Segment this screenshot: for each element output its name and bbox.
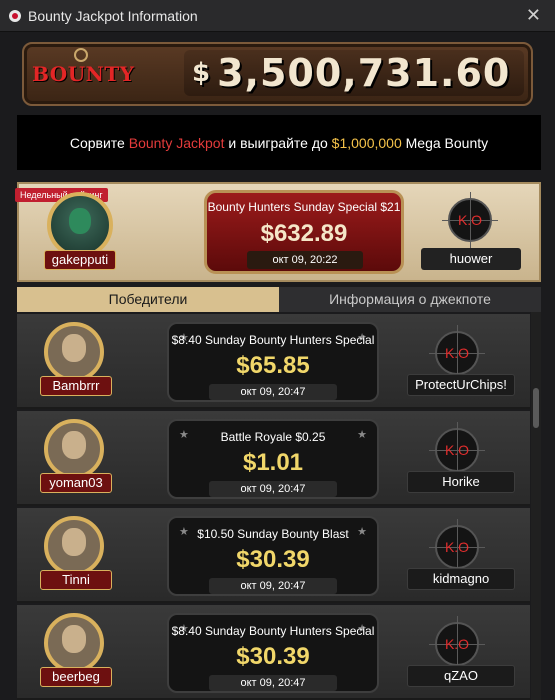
- winner-name: gakepputi: [44, 250, 116, 270]
- jackpot-total: $ 3,500,731.60: [184, 50, 524, 96]
- ko-crosshair-icon: K.O: [429, 616, 485, 672]
- window-title: Bounty Jackpot Information: [28, 8, 198, 24]
- list-item[interactable]: beerbeg ★ ★ $8.40 Sunday Bounty Hunters …: [17, 605, 530, 700]
- list-item[interactable]: Tinni ★ ★ $10.50 Sunday Bounty Blast $30…: [17, 508, 530, 603]
- tournament-name: $8.40 Sunday Bounty Hunters Special: [171, 624, 375, 638]
- avatar: [44, 419, 104, 479]
- winner-name: Tinni: [40, 570, 112, 590]
- knocker-name: kidmagno: [407, 568, 515, 590]
- prize-amount: $632.89: [260, 220, 348, 247]
- ko-crosshair-icon: K.O: [442, 192, 498, 248]
- knocker-name: Horike: [407, 471, 515, 493]
- prize-amount: $30.39: [236, 546, 310, 573]
- knocker-name: qZAO: [407, 665, 515, 687]
- knocker-name: huower: [421, 248, 521, 270]
- tab-winners[interactable]: Победители: [17, 287, 279, 312]
- crosshair-icon: [74, 48, 88, 62]
- avatar: [44, 613, 104, 673]
- prize-date: окт 09, 20:22: [247, 251, 363, 269]
- winner-name: beerbeg: [40, 667, 112, 687]
- prize-date: окт 09, 20:47: [209, 384, 337, 400]
- prize-date: окт 09, 20:47: [209, 675, 337, 691]
- promo-text: Сорвите Bounty Jackpot и выиграйте до $1…: [17, 115, 541, 170]
- avatar: [44, 322, 104, 382]
- ko-crosshair-icon: K.O: [429, 422, 485, 478]
- prize-panel: ★ ★ $8.40 Sunday Bounty Hunters Special …: [167, 322, 379, 402]
- list-item[interactable]: yoman03 ★ ★ Battle Royale $0.25 $1.01 ок…: [17, 411, 530, 506]
- winners-scrollbar[interactable]: [531, 312, 541, 700]
- knocker-name: ProtectUrChips!: [407, 374, 515, 396]
- prize-panel: ★ ★ $10.50 Sunday Bounty Blast $30.39 ок…: [167, 516, 379, 596]
- currency-symbol: $: [192, 58, 212, 88]
- title-bar: Bounty Jackpot Information ✕: [0, 0, 555, 32]
- prize-amount: $1.01: [242, 449, 304, 476]
- scrollbar-thumb[interactable]: [533, 388, 539, 428]
- promo-highlight-amount: $1,000,000: [331, 134, 402, 151]
- close-icon[interactable]: ✕: [526, 6, 541, 24]
- tournament-name: Battle Royale $0.25: [220, 430, 326, 444]
- prize-amount: $30.39: [236, 643, 310, 670]
- prize-panel: ★ ★ $8.40 Sunday Bounty Hunters Special …: [167, 613, 379, 693]
- promo-part-1: Сорвите: [69, 134, 125, 151]
- tournament-name: $8.40 Sunday Bounty Hunters Special: [171, 333, 375, 347]
- tab-bar: Победители Информация о джекпоте: [17, 287, 541, 312]
- avatar: [44, 516, 104, 576]
- jackpot-total-amount: 3,500,731.60: [217, 51, 511, 95]
- featured-jackpot-card: Недельный рейтинг gakepputi Bounty Hunte…: [15, 182, 541, 282]
- ko-crosshair-icon: K.O: [429, 519, 485, 575]
- prize-date: окт 09, 20:47: [209, 481, 337, 497]
- prize-date: окт 09, 20:47: [209, 578, 337, 594]
- winner-name: Bambrrr: [40, 376, 112, 396]
- bounty-logo: BOUNTY: [32, 62, 135, 86]
- promo-part-2: и выиграйте до: [228, 134, 328, 151]
- promo-highlight-jackpot: Bounty Jackpot: [128, 134, 225, 151]
- avatar: [47, 192, 113, 258]
- winner-name: yoman03: [40, 473, 112, 493]
- winners-list: Bambrrr ★ ★ $8.40 Sunday Bounty Hunters …: [17, 312, 530, 700]
- promo-part-3: Mega Bounty: [405, 134, 489, 151]
- prize-amount: $65.85: [236, 352, 310, 379]
- prize-panel: ★ ★ Battle Royale $0.25 $1.01 окт 09, 20…: [167, 419, 379, 499]
- list-item[interactable]: Bambrrr ★ ★ $8.40 Sunday Bounty Hunters …: [17, 314, 530, 409]
- bounty-jackpot-banner: BOUNTY $ 3,500,731.60: [22, 42, 533, 106]
- tab-jackpot-info[interactable]: Информация о джекпоте: [279, 287, 541, 312]
- tournament-name: Bounty Hunters Sunday Special $21: [207, 200, 401, 214]
- tournament-name: $10.50 Sunday Bounty Blast: [197, 527, 349, 541]
- jackpot-prize-panel: Bounty Hunters Sunday Special $21 $632.8…: [204, 190, 404, 274]
- ko-crosshair-icon: K.O: [429, 325, 485, 381]
- app-logo-icon: [9, 10, 21, 22]
